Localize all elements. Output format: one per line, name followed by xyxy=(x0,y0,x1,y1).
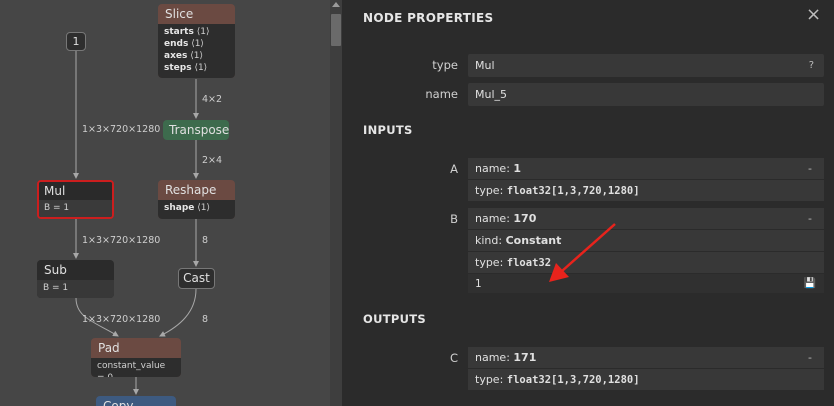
input-b-kind-row: kind: Constant xyxy=(468,230,824,251)
node-title: Slice xyxy=(165,7,194,21)
node-title: Reshape xyxy=(165,183,217,197)
expand-toggle[interactable]: - xyxy=(808,347,812,368)
collapse-toggle[interactable]: - xyxy=(808,208,812,229)
panel-title: NODE PROPERTIES xyxy=(363,11,494,25)
output-c-name-row[interactable]: name: 171 - xyxy=(468,347,824,368)
node-attribute: constant_value = 0 xyxy=(91,358,181,377)
name-label: name xyxy=(425,87,458,101)
node-transpose[interactable]: Transpose xyxy=(163,120,229,140)
edge-label-sub-pad: 1×3×720×1280 xyxy=(82,314,161,325)
node-title: Sub xyxy=(44,263,67,277)
scrollbar-thumb[interactable] xyxy=(331,14,341,46)
outputs-title: OUTPUTS xyxy=(363,312,426,326)
constant-value: 1 xyxy=(475,278,482,290)
node-input-1[interactable]: 1 xyxy=(66,32,86,51)
edge-cast-pad xyxy=(159,288,197,337)
node-attributes: starts ⟨1⟩ ends ⟨1⟩ axes ⟨1⟩ steps ⟨1⟩ xyxy=(158,24,235,78)
node-reshape[interactable]: Reshape shape ⟨1⟩ xyxy=(158,180,235,219)
output-c-type-row: type: float32[1,3,720,1280] xyxy=(468,369,824,390)
input-a-label: A xyxy=(450,162,458,176)
node-title: Pad xyxy=(98,341,120,355)
type-field[interactable]: Mul ? xyxy=(468,54,824,77)
output-c-label: C xyxy=(449,351,458,365)
input-b-label: B xyxy=(450,212,458,226)
input-b-name-row[interactable]: name: 170 - xyxy=(468,208,824,229)
node-title: 1 xyxy=(72,35,80,48)
scroll-up-arrow-icon[interactable] xyxy=(332,2,340,7)
node-mul[interactable]: Mul B = 1 xyxy=(37,180,114,219)
attr-starts: starts ⟨1⟩ xyxy=(164,27,210,37)
name-value: Mul_5 xyxy=(475,88,508,101)
node-slice[interactable]: Slice starts ⟨1⟩ ends ⟨1⟩ axes ⟨1⟩ steps… xyxy=(158,4,235,78)
edge-label-reshape-cast: 8 xyxy=(202,235,209,246)
node-pad[interactable]: Pad constant_value = 0 xyxy=(91,338,181,377)
input-a-name-row[interactable]: name: 1 - xyxy=(468,158,824,179)
input-a-type-row: type: float32[1,3,720,1280] xyxy=(468,180,824,201)
edge-label-transpose-reshape: 2×4 xyxy=(202,155,223,166)
node-sub[interactable]: Sub B = 1 xyxy=(37,260,114,298)
close-icon[interactable]: × xyxy=(806,4,821,25)
attr-ends: ends ⟨1⟩ xyxy=(164,39,204,49)
node-properties-panel: NODE PROPERTIES × type Mul ? name Mul_5 … xyxy=(343,0,834,406)
type-label: type xyxy=(432,58,458,72)
node-title: Cast xyxy=(183,271,210,285)
expand-toggle[interactable]: - xyxy=(808,158,812,179)
node-title: Copy xyxy=(103,399,134,406)
attr-steps: steps ⟨1⟩ xyxy=(164,63,208,73)
attr-axes: axes ⟨1⟩ xyxy=(164,51,203,61)
edge-label-cast-pad: 8 xyxy=(202,314,209,325)
node-attribute: B = 1 xyxy=(39,200,112,217)
help-icon[interactable]: ? xyxy=(809,54,814,77)
graph-scrollbar[interactable] xyxy=(330,0,342,406)
inputs-title: INPUTS xyxy=(363,123,413,137)
node-cast[interactable]: Cast xyxy=(178,268,215,289)
type-value: Mul xyxy=(475,59,495,72)
graph-canvas[interactable]: Slice starts ⟨1⟩ ends ⟨1⟩ axes ⟨1⟩ steps… xyxy=(0,0,342,406)
save-icon[interactable]: 💾 xyxy=(804,274,816,293)
node-title: Mul xyxy=(39,182,112,200)
input-b-value-row[interactable]: 1 💾 xyxy=(468,274,824,293)
edge-label-one-mul: 1×3×720×1280 xyxy=(82,124,161,135)
node-attribute: B = 1 xyxy=(37,280,114,298)
name-field[interactable]: Mul_5 xyxy=(468,83,824,106)
edge-label-mul-sub: 1×3×720×1280 xyxy=(82,235,161,246)
edge-label-slice-transpose: 4×2 xyxy=(202,94,223,105)
node-attribute: shape ⟨1⟩ xyxy=(158,200,235,219)
node-copy[interactable]: Copy xyxy=(96,396,176,406)
input-b-type-row: type: float32 xyxy=(468,252,824,273)
node-title: Transpose xyxy=(169,123,229,137)
